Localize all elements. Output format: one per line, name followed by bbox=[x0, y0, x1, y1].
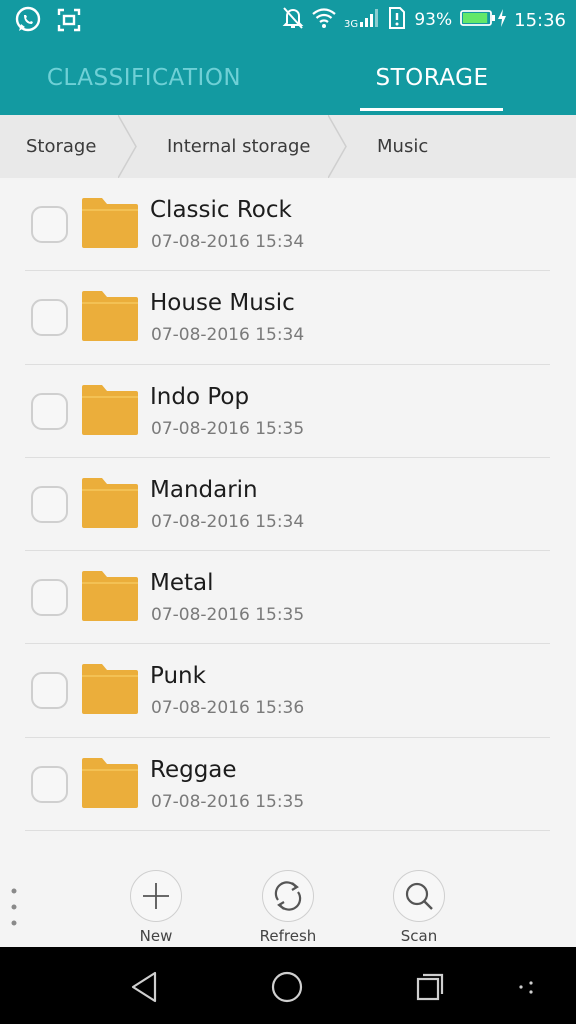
scan-button-circle bbox=[393, 870, 445, 922]
select-checkbox[interactable] bbox=[31, 579, 68, 617]
file-name: Metal bbox=[150, 570, 214, 597]
recent-apps-button[interactable] bbox=[410, 967, 450, 1007]
select-checkbox[interactable] bbox=[31, 392, 68, 430]
folder-icon bbox=[82, 291, 138, 342]
list-item[interactable]: Mandarin 07-08-2016 15:34 bbox=[0, 458, 576, 552]
folder-icon bbox=[82, 477, 138, 528]
list-item[interactable]: Indo Pop 07-08-2016 15:35 bbox=[0, 365, 576, 458]
folder-icon bbox=[82, 384, 138, 435]
breadcrumb-separator-icon bbox=[328, 115, 347, 178]
file-name: Reggae bbox=[150, 756, 237, 783]
home-circle-icon bbox=[271, 971, 303, 1003]
breadcrumb-item-storage[interactable]: Storage bbox=[26, 115, 96, 178]
svg-text:3G: 3G bbox=[344, 19, 358, 29]
tab-label: STORAGE bbox=[375, 64, 489, 91]
list-item[interactable]: House Music 07-08-2016 15:34 bbox=[0, 271, 576, 365]
refresh-icon bbox=[274, 881, 302, 911]
recent-apps-icon bbox=[416, 973, 444, 1001]
list-item[interactable]: Reggae 07-08-2016 15:35 bbox=[0, 738, 576, 832]
new-button[interactable]: New bbox=[116, 870, 196, 945]
breadcrumb-item-music[interactable]: Music bbox=[377, 115, 428, 178]
charging-icon bbox=[498, 8, 507, 32]
screenshot-icon bbox=[56, 7, 82, 37]
list-item[interactable]: Classic Rock 07-08-2016 15:34 bbox=[0, 178, 576, 272]
file-date: 07-08-2016 15:35 bbox=[151, 418, 305, 439]
new-button-circle bbox=[130, 870, 182, 922]
tab-storage[interactable]: STORAGE bbox=[288, 40, 576, 115]
active-tab-indicator bbox=[360, 108, 503, 111]
sim-alert-icon bbox=[388, 6, 406, 34]
refresh-button[interactable]: Refresh bbox=[248, 870, 328, 945]
file-list: Classic Rock 07-08-2016 15:34 House Musi… bbox=[0, 178, 576, 832]
status-bar: 3G 93% 15:36 bbox=[0, 0, 576, 40]
list-item[interactable]: Metal 07-08-2016 15:35 bbox=[0, 551, 576, 645]
file-name: House Music bbox=[150, 290, 295, 317]
select-checkbox[interactable] bbox=[31, 206, 68, 243]
file-date: 07-08-2016 15:35 bbox=[151, 791, 305, 812]
file-date: 07-08-2016 15:36 bbox=[151, 698, 305, 719]
file-name: Classic Rock bbox=[150, 197, 292, 223]
scan-label: Scan bbox=[400, 927, 438, 945]
select-checkbox[interactable] bbox=[31, 765, 68, 803]
signal-3g-icon: 3G bbox=[344, 7, 380, 34]
notification-shade-button[interactable] bbox=[506, 967, 546, 1007]
folder-icon bbox=[82, 198, 138, 248]
refresh-button-circle bbox=[262, 870, 314, 922]
file-date: 07-08-2016 15:35 bbox=[151, 605, 305, 626]
file-name: Mandarin bbox=[150, 476, 258, 503]
search-icon bbox=[405, 882, 433, 910]
file-name: Punk bbox=[150, 663, 206, 690]
tab-classification[interactable]: CLASSIFICATION bbox=[0, 40, 288, 115]
tab-label: CLASSIFICATION bbox=[46, 64, 242, 91]
battery-icon bbox=[460, 9, 496, 32]
file-date: 07-08-2016 15:34 bbox=[151, 511, 305, 532]
folder-icon bbox=[82, 571, 138, 622]
list-item[interactable]: Punk 07-08-2016 15:36 bbox=[0, 644, 576, 738]
scan-button[interactable]: Scan bbox=[379, 870, 459, 945]
back-triangle-icon bbox=[131, 971, 157, 1003]
tab-bar: CLASSIFICATION STORAGE bbox=[0, 40, 576, 115]
back-button[interactable] bbox=[124, 967, 164, 1007]
dots-icon bbox=[519, 981, 533, 994]
breadcrumb-separator-icon bbox=[118, 115, 137, 178]
file-date: 07-08-2016 15:34 bbox=[151, 232, 305, 252]
navigation-bar bbox=[0, 947, 576, 1024]
folder-icon bbox=[82, 757, 138, 808]
select-checkbox[interactable] bbox=[31, 672, 68, 710]
whatsapp-icon bbox=[14, 6, 42, 38]
bottom-toolbar: New Refresh Scan bbox=[0, 860, 576, 947]
more-options-icon[interactable] bbox=[9, 887, 19, 929]
file-manager-screen: 3G 93% 15:36 CLASSIFICATION STORAGE Stor… bbox=[0, 0, 576, 1024]
file-date: 07-08-2016 15:34 bbox=[151, 325, 305, 346]
plus-icon bbox=[143, 883, 169, 909]
wifi-icon bbox=[312, 7, 337, 33]
select-checkbox[interactable] bbox=[31, 485, 68, 523]
home-button[interactable] bbox=[267, 967, 307, 1007]
new-label: New bbox=[139, 927, 173, 945]
battery-percent: 93% bbox=[414, 10, 453, 30]
clock: 15:36 bbox=[514, 9, 566, 31]
select-checkbox[interactable] bbox=[31, 299, 68, 337]
notifications-off-icon bbox=[282, 6, 304, 35]
folder-icon bbox=[82, 664, 138, 715]
breadcrumb-item-internal-storage[interactable]: Internal storage bbox=[167, 115, 310, 178]
file-name: Indo Pop bbox=[150, 383, 250, 410]
breadcrumb: Storage Internal storage Music bbox=[0, 115, 576, 178]
divider bbox=[25, 830, 550, 832]
refresh-label: Refresh bbox=[259, 927, 317, 945]
